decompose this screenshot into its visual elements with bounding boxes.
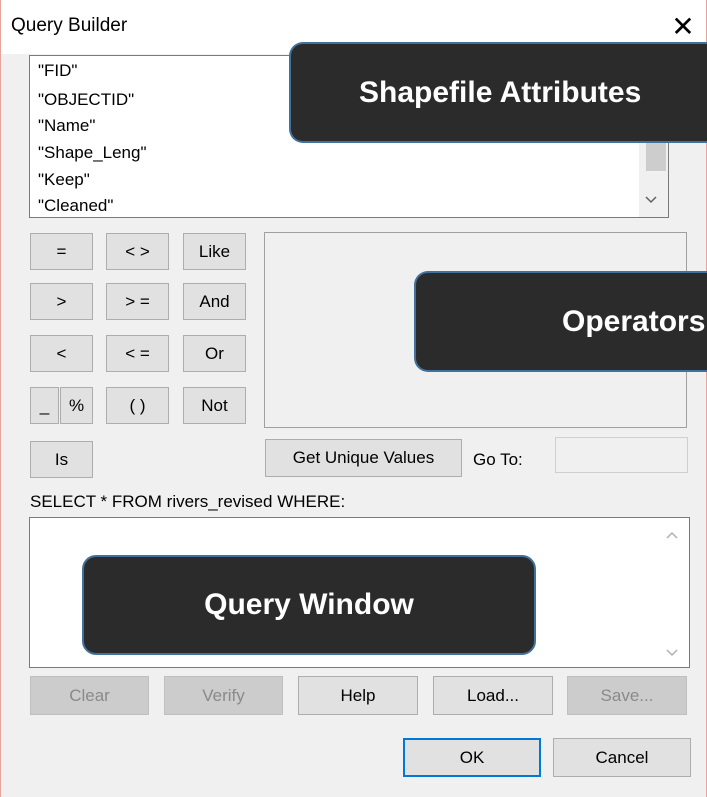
window-title: Query Builder — [11, 15, 128, 36]
operators-callout: Operators — [414, 271, 707, 372]
or-button[interactable]: Or — [183, 335, 246, 372]
is-button[interactable]: Is — [30, 441, 93, 478]
greater-equal-button[interactable]: > = — [106, 283, 169, 320]
chevron-up-icon[interactable] — [666, 528, 678, 542]
list-item[interactable]: "Name" — [38, 115, 95, 136]
percent-button[interactable]: % — [60, 387, 93, 424]
goto-input[interactable] — [555, 437, 688, 473]
load-button[interactable]: Load... — [433, 676, 553, 715]
not-button[interactable]: Not — [183, 387, 246, 424]
clear-button[interactable]: Clear — [30, 676, 149, 715]
query-window-callout: Query Window — [82, 555, 536, 655]
parentheses-button[interactable]: ( ) — [106, 387, 169, 424]
scroll-thumb[interactable] — [646, 143, 666, 171]
list-item[interactable]: "FID" — [38, 60, 77, 81]
and-button[interactable]: And — [183, 283, 246, 320]
not-equals-button[interactable]: < > — [106, 233, 169, 270]
ok-button[interactable]: OK — [403, 738, 541, 777]
less-equal-button[interactable]: < = — [106, 335, 169, 372]
get-unique-values-button[interactable]: Get Unique Values — [265, 439, 462, 477]
list-item[interactable]: "Cleaned" — [38, 195, 113, 216]
list-item[interactable]: "Keep" — [38, 169, 90, 190]
list-item[interactable]: "OBJECTID" — [38, 89, 134, 110]
save-button[interactable]: Save... — [567, 676, 687, 715]
cancel-button[interactable]: Cancel — [553, 738, 691, 777]
goto-label: Go To: — [473, 450, 523, 469]
less-than-button[interactable]: < — [30, 335, 93, 372]
shapefile-attributes-callout: Shapefile Attributes — [289, 42, 707, 143]
chevron-down-icon[interactable] — [645, 193, 657, 207]
verify-button[interactable]: Verify — [164, 676, 283, 715]
chevron-down-icon[interactable] — [666, 646, 678, 660]
like-button[interactable]: Like — [183, 233, 246, 270]
equals-button[interactable]: = — [30, 233, 93, 270]
greater-than-button[interactable]: > — [30, 283, 93, 320]
help-button[interactable]: Help — [298, 676, 418, 715]
select-clause: SELECT * FROM rivers_revised WHERE: — [30, 492, 346, 511]
underscore-button[interactable]: _ — [30, 387, 59, 424]
list-item[interactable]: "Shape_Leng" — [38, 142, 147, 163]
